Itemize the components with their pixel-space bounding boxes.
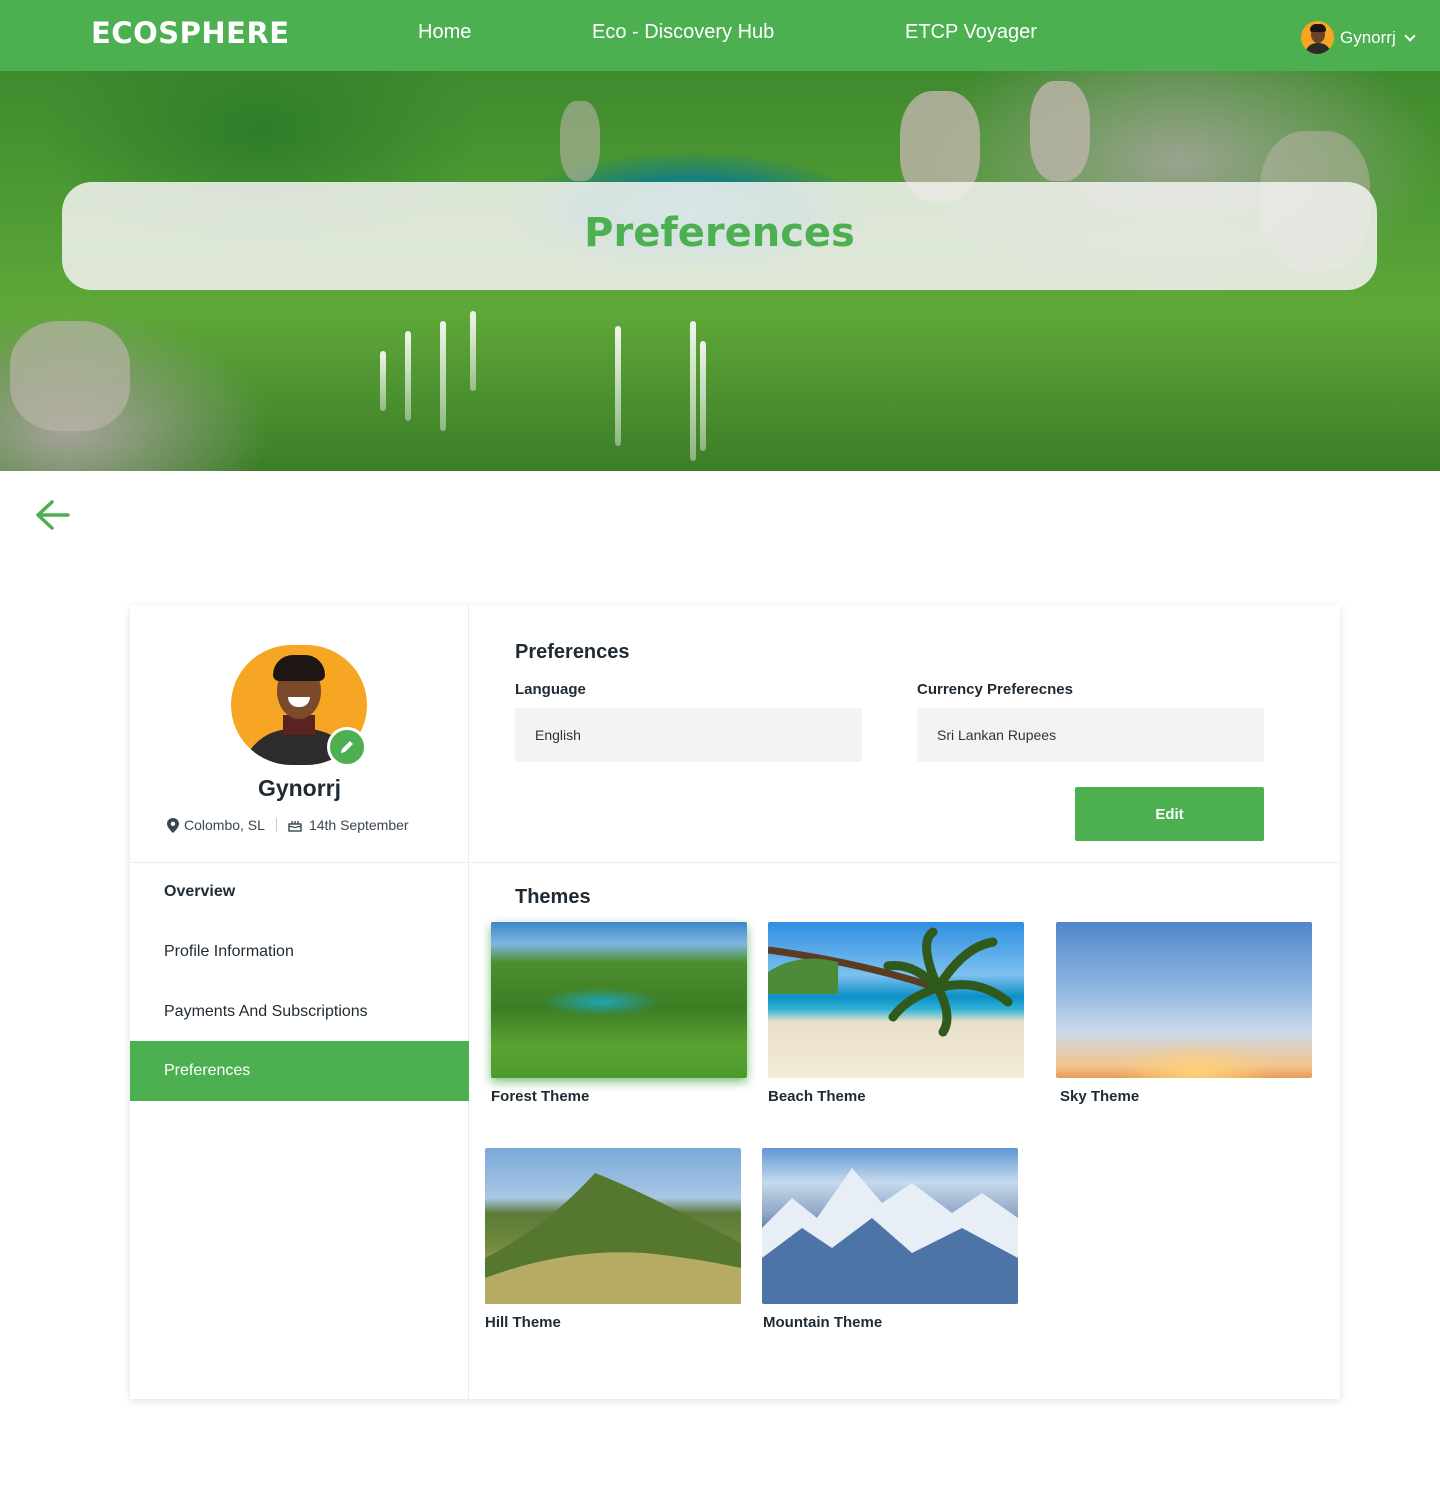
profile-meta: Colombo, SL 14th September xyxy=(167,817,409,833)
divider xyxy=(470,862,1340,863)
sidebar-item-overview[interactable]: Overview xyxy=(130,862,469,922)
theme-label: Hill Theme xyxy=(485,1314,561,1331)
theme-label: Sky Theme xyxy=(1060,1088,1140,1105)
profile-sidebar: Gynorrj Colombo, SL 14th September Overv… xyxy=(130,605,469,1399)
sidebar-item-payments-and-subscriptions[interactable]: Payments And Subscriptions xyxy=(130,982,469,1042)
top-navbar: ECOSPHERE Home Eco - Discovery Hub ETCP … xyxy=(0,0,1440,71)
currency-field[interactable]: Sri Lankan Rupees xyxy=(917,708,1264,762)
hero-banner: Preferences xyxy=(0,71,1440,471)
nav-link-eco-discovery-hub[interactable]: Eco - Discovery Hub xyxy=(592,21,774,44)
language-field[interactable]: English xyxy=(515,708,862,762)
beach-theme-image xyxy=(768,922,1024,1078)
profile-location: Colombo, SL xyxy=(184,817,265,833)
themes-heading: Themes xyxy=(515,886,591,908)
nav-link-etcp-voyager[interactable]: ETCP Voyager xyxy=(905,21,1037,44)
page-title: Preferences xyxy=(584,210,855,256)
hill-theme-image xyxy=(485,1148,741,1304)
theme-label: Forest Theme xyxy=(491,1088,590,1105)
settings-card: Gynorrj Colombo, SL 14th September Overv… xyxy=(130,605,1340,1399)
profile-avatar xyxy=(231,645,367,767)
edit-avatar-button[interactable] xyxy=(327,727,367,767)
avatar xyxy=(1301,21,1334,54)
profile-birthday: 14th September xyxy=(308,817,409,833)
user-menu-name: Gynorrj xyxy=(1340,27,1396,47)
profile-name: Gynorrj xyxy=(257,775,342,801)
currency-label: Currency Preferecnes xyxy=(917,681,1073,698)
sidebar-item-profile-information[interactable]: Profile Information xyxy=(130,922,469,982)
location-pin-icon xyxy=(167,817,179,833)
forest-theme-image xyxy=(491,922,747,1078)
chevron-down-icon xyxy=(1404,29,1416,42)
mountain-theme-image xyxy=(762,1148,1018,1304)
edit-button[interactable]: Edit xyxy=(1075,787,1264,841)
user-menu[interactable]: Gynorrj xyxy=(1301,21,1416,54)
theme-label: Beach Theme xyxy=(768,1088,866,1105)
sky-theme-image xyxy=(1056,922,1312,1078)
preferences-heading: Preferences xyxy=(515,641,630,663)
hero-title-card: Preferences xyxy=(62,182,1377,290)
language-label: Language xyxy=(515,681,586,698)
pencil-icon xyxy=(341,741,353,753)
birthday-cake-icon xyxy=(288,821,302,832)
sidebar-item-preferences[interactable]: Preferences xyxy=(130,1041,469,1101)
brand-logo[interactable]: ECOSPHERE xyxy=(91,16,290,50)
back-arrow-icon[interactable] xyxy=(33,498,71,532)
theme-label: Mountain Theme xyxy=(763,1314,883,1331)
nav-link-home[interactable]: Home xyxy=(418,21,471,44)
preferences-content: Preferences Language English Currency Pr… xyxy=(470,605,1340,1399)
